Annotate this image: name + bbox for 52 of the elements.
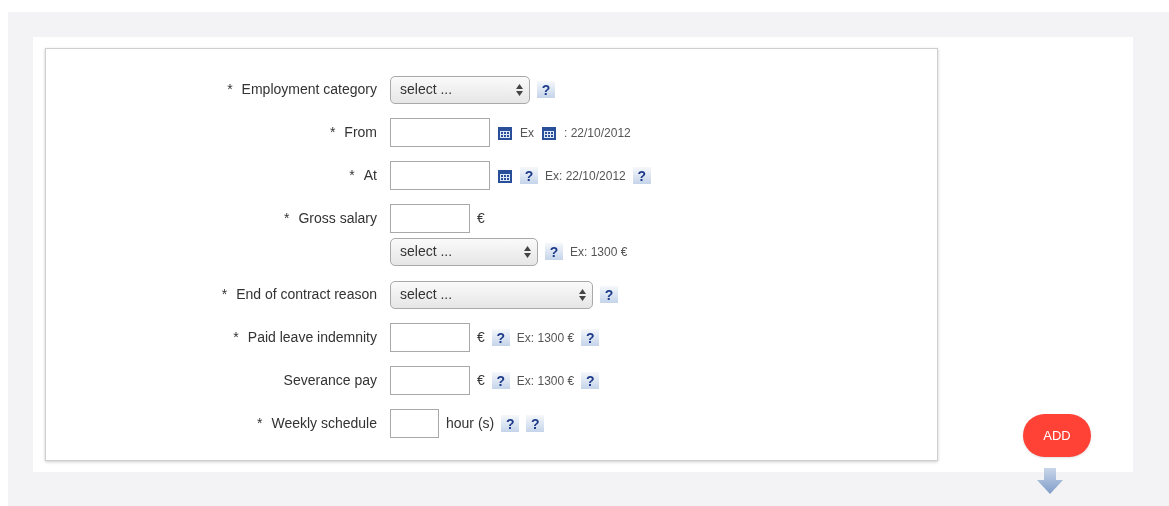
- help-icon[interactable]: ?: [545, 243, 563, 260]
- input-field[interactable]: [390, 204, 470, 233]
- input-field[interactable]: [390, 366, 470, 395]
- field-label: Weekly schedule: [271, 414, 377, 433]
- hint-text: : 22/10/2012: [564, 124, 631, 142]
- required-asterisk: *: [329, 123, 336, 142]
- unit-label: hour (s): [446, 414, 495, 433]
- help-icon[interactable]: ?: [537, 81, 555, 98]
- field-label: Employment category: [241, 80, 377, 99]
- hint-text: Ex: 22/10/2012: [545, 167, 626, 185]
- required-asterisk: *: [233, 328, 239, 347]
- calendar-icon[interactable]: [497, 167, 513, 184]
- field-label: From: [344, 123, 377, 142]
- help-icon[interactable]: ?: [632, 167, 651, 184]
- input-field[interactable]: [390, 161, 490, 190]
- updown-caret-icon: [524, 245, 531, 258]
- updown-caret-icon: [579, 288, 586, 301]
- hint-text: Ex: 1300 €: [516, 329, 575, 347]
- hint-text: Ex: 1300 €: [516, 372, 575, 390]
- hint-text: Ex: [520, 124, 534, 142]
- help-icon[interactable]: ?: [581, 372, 600, 389]
- dropdown-select[interactable]: select ...: [390, 237, 538, 266]
- help-icon[interactable]: ?: [581, 329, 600, 346]
- input-field[interactable]: [390, 118, 490, 147]
- help-icon[interactable]: ?: [600, 286, 618, 303]
- dropdown-select[interactable]: select ...: [390, 280, 593, 309]
- required-asterisk: *: [256, 414, 263, 433]
- unit-label: €: [477, 371, 485, 390]
- field-label: Severance pay: [283, 371, 377, 390]
- updown-caret-icon: [516, 83, 523, 96]
- calendar-icon[interactable]: [541, 124, 557, 141]
- field-label: At: [363, 166, 377, 185]
- dropdown-select[interactable]: select ...: [390, 75, 530, 104]
- calendar-icon[interactable]: [497, 124, 513, 141]
- down-arrow-icon: [1037, 468, 1063, 494]
- required-asterisk: *: [283, 209, 290, 228]
- required-asterisk: *: [349, 166, 355, 185]
- hint-text: Ex: 1300 €: [570, 243, 628, 261]
- input-field[interactable]: [390, 409, 439, 438]
- help-icon[interactable]: ?: [526, 415, 545, 432]
- help-icon[interactable]: ?: [520, 167, 538, 184]
- field-label: End of contract reason: [236, 285, 377, 304]
- unit-label: €: [477, 209, 485, 228]
- input-field[interactable]: [390, 323, 470, 352]
- field-label: Paid leave indemnity: [247, 328, 377, 347]
- field-label: Gross salary: [298, 209, 377, 228]
- help-icon[interactable]: ?: [501, 415, 520, 432]
- help-icon[interactable]: ?: [491, 372, 510, 389]
- help-icon[interactable]: ?: [491, 329, 510, 346]
- unit-label: €: [477, 328, 485, 347]
- required-asterisk: *: [221, 285, 228, 304]
- required-asterisk: *: [227, 80, 233, 99]
